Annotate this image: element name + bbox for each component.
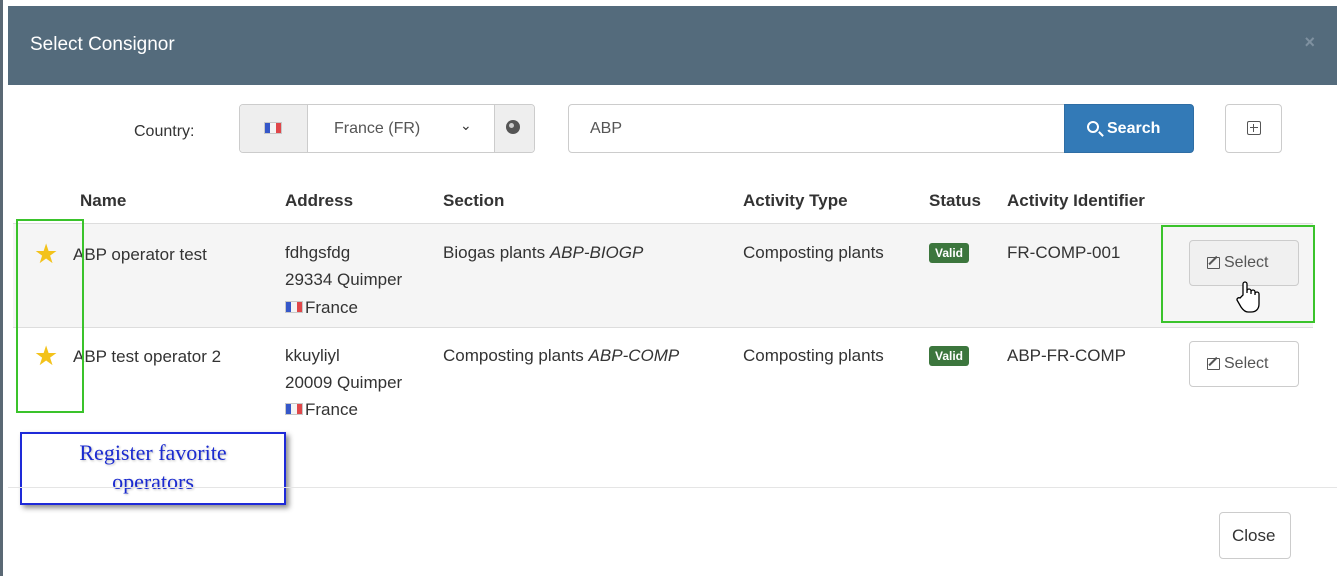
favorites-highlight-box [16,219,84,413]
section-cell: Composting plants ABP-COMP [443,343,679,368]
modal-header: Select Consignor × [8,6,1337,85]
activity-type: Composting plants [743,346,884,365]
background-window-edge [0,0,3,576]
country-selector: France (FR) ⌄ [239,104,535,153]
select-highlight-box [1161,225,1315,323]
annotation-line-1: Register favorite [79,440,227,465]
column-header-activity-identifier: Activity Identifier [1007,191,1145,210]
column-header-section: Section [443,191,505,210]
operator-name: ABP test operator 2 [73,347,222,366]
section-name: Biogas plants [443,243,546,262]
france-flag-icon [285,301,303,314]
address-country: France [285,397,358,422]
status-badge: Valid [929,346,970,366]
modal-title: Select Consignor [30,34,175,55]
annotation-callout: Register favorite operators [20,432,286,505]
section-name: Composting plants [443,346,584,365]
address-country-label: France [305,400,358,419]
column-header-activity-type: Activity Type [743,191,848,210]
country-label: Country: [134,123,195,140]
column-header-name: Name [80,191,127,210]
address-country: France [285,295,358,320]
flag-addon [240,105,308,152]
country-select[interactable]: France (FR) ⌄ [308,105,494,152]
close-button[interactable]: Close [1219,512,1291,559]
search-input-value: ABP [590,120,623,137]
operator-name: ABP operator test [73,245,207,264]
expand-search-button[interactable] [1225,104,1282,153]
close-icon[interactable]: × [1304,32,1315,53]
edit-icon [1207,358,1220,370]
column-header-address: Address [285,191,354,210]
section-cell: Biogas plants ABP-BIOGP [443,240,643,265]
select-button-label: Select [1224,355,1269,372]
address-street: kkuyliyl [285,346,340,365]
search-button[interactable]: Search [1064,104,1194,153]
close-button-label: Close [1232,526,1276,545]
france-flag-icon [285,403,303,416]
section-code: ABP-COMP [588,346,680,365]
address-city: 29334 Quimper [285,270,403,289]
chevron-down-icon: ⌄ [460,117,472,133]
france-flag-icon [264,122,282,134]
address-street: fdhgsfdg [285,243,351,262]
select-button[interactable]: Select [1189,341,1299,387]
activity-identifier: ABP-FR-COMP [1007,346,1126,365]
search-input[interactable]: ABP [568,104,1065,153]
address-country-label: France [305,298,358,317]
column-header-status: Status [929,191,981,210]
table-row [13,223,1313,327]
globe-icon [506,120,520,134]
status-badge: Valid [929,243,970,263]
globe-button[interactable] [494,105,534,152]
expand-icon [1247,121,1261,135]
search-button-label: Search [1107,120,1161,137]
section-code: ABP-BIOGP [549,243,644,262]
activity-identifier: FR-COMP-001 [1007,243,1121,262]
modal-footer-divider [8,487,1337,488]
activity-type: Composting plants [743,243,884,262]
search-icon [1087,121,1099,133]
annotation-line-2: operators [112,469,194,494]
country-select-value: France (FR) [334,120,421,137]
address-city: 20009 Quimper [285,373,403,392]
